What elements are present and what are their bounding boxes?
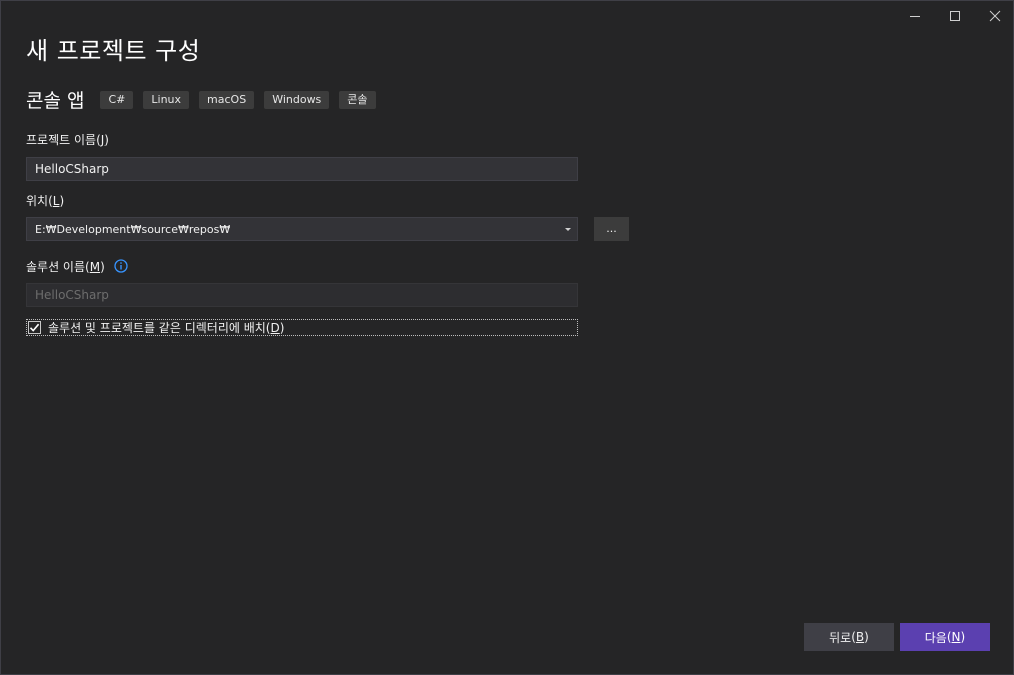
back-button[interactable]: 뒤로(B) (804, 623, 894, 651)
project-name-label: 프로젝트 이름(J) (26, 133, 109, 147)
minimize-icon (910, 16, 920, 17)
tag-project-type: 콘솔 (339, 90, 376, 109)
close-button[interactable] (975, 1, 1014, 31)
template-summary: 콘솔 앱 C# Linux macOS Windows 콘솔 (26, 86, 386, 113)
same-directory-checkbox-row[interactable]: 솔루션 및 프로젝트를 같은 디렉터리에 배치(D) (26, 319, 578, 336)
tag-platform-linux: Linux (143, 90, 190, 109)
minimize-button[interactable] (895, 1, 935, 31)
dropdown-arrow-icon[interactable] (559, 218, 577, 240)
solution-name-label: 솔루션 이름(M) (26, 260, 105, 274)
browse-location-button[interactable]: ... (594, 217, 629, 241)
project-name-input[interactable] (26, 157, 578, 181)
location-combobox[interactable]: E:₩Development₩source₩repos₩ (26, 217, 578, 241)
close-icon (989, 10, 1001, 22)
maximize-button[interactable] (935, 1, 975, 31)
dialog-title: 새 프로젝트 구성 (26, 37, 201, 65)
checkmark-icon (29, 323, 40, 332)
info-icon[interactable] (114, 259, 128, 273)
tag-platform-macos: macOS (199, 90, 255, 109)
solution-name-input (26, 283, 578, 307)
location-value: E:₩Development₩source₩repos₩ (35, 222, 231, 236)
template-name: 콘솔 앱 (26, 90, 85, 112)
same-directory-label: 솔루션 및 프로젝트를 같은 디렉터리에 배치(D) (48, 321, 285, 335)
configure-project-dialog: 새 프로젝트 구성 콘솔 앱 C# Linux macOS Windows 콘솔… (0, 0, 1014, 675)
location-label: 위치(L) (26, 194, 65, 208)
next-button[interactable]: 다음(N) (900, 623, 990, 651)
same-directory-checkbox[interactable] (28, 321, 41, 334)
maximize-icon (950, 11, 960, 21)
tag-platform-windows: Windows (264, 90, 330, 109)
tag-language: C# (100, 90, 134, 109)
